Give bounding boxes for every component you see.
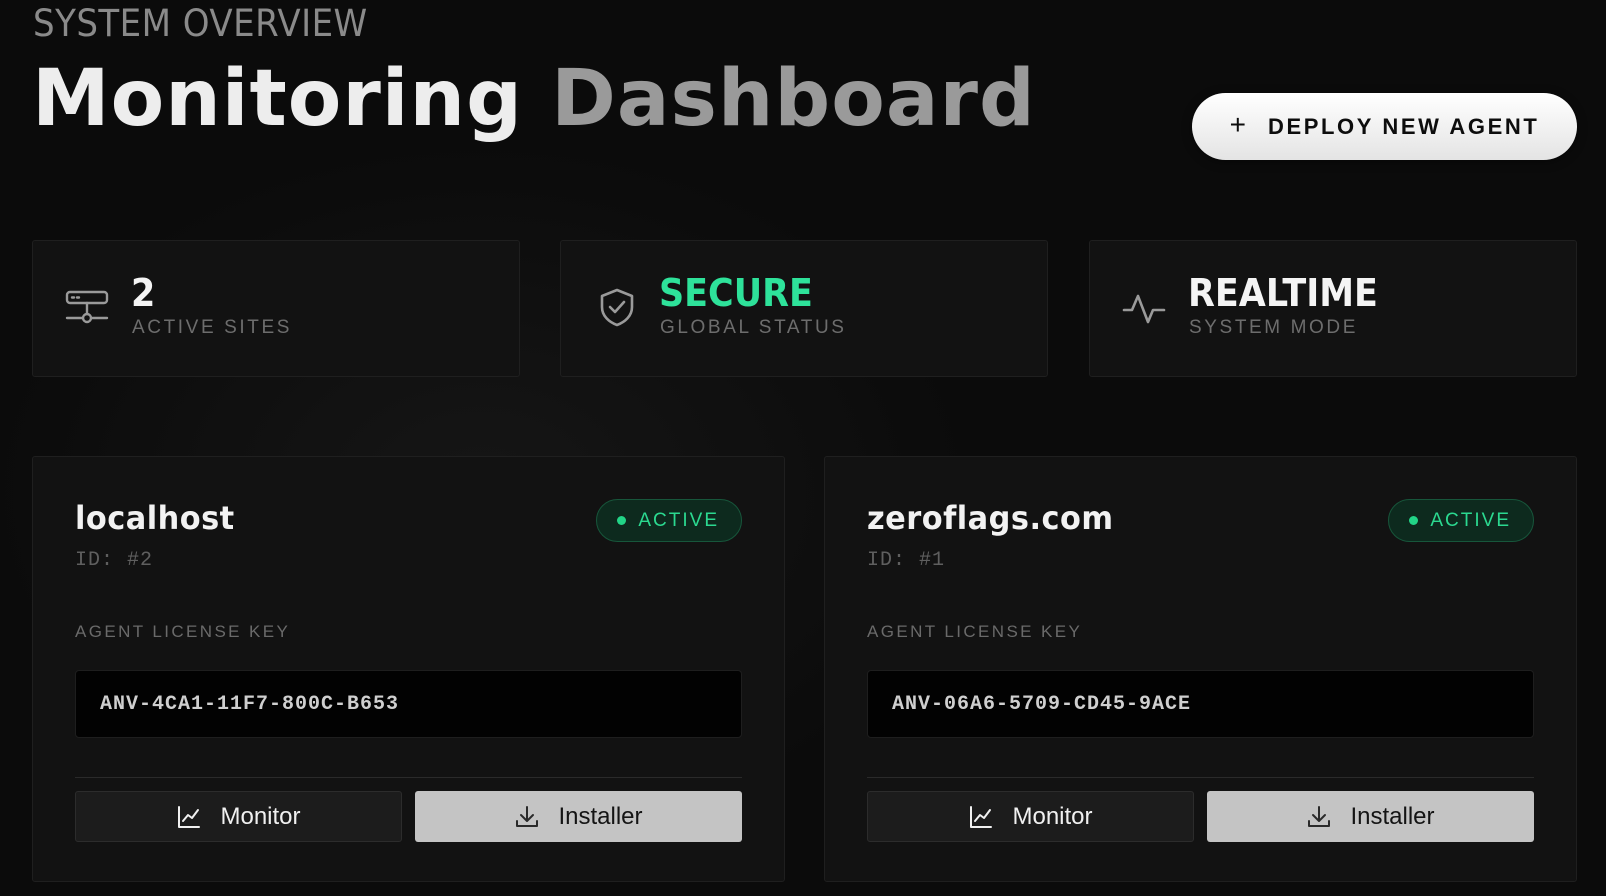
license-key-field[interactable]: ANV-4CA1-11F7-800C-B653 (75, 670, 742, 738)
status-dot-icon (1409, 516, 1419, 525)
stat-card-system-mode: REALTIME SYSTEM MODE (1089, 240, 1577, 377)
installer-button[interactable]: Installer (1207, 791, 1534, 842)
stat-value: 2 (131, 271, 156, 315)
installer-button-label: Installer (558, 802, 643, 830)
license-key-field[interactable]: ANV-06A6-5709-CD45-9ACE (867, 670, 1534, 738)
deploy-new-agent-button[interactable]: + DEPLOY NEW AGENT (1192, 93, 1577, 160)
shield-check-icon (600, 288, 634, 327)
stat-label: ACTIVE SITES (132, 317, 293, 338)
page-title-word-1: Monitoring (32, 54, 523, 144)
stat-label: GLOBAL STATUS (660, 317, 847, 338)
status-badge: ACTIVE (1388, 499, 1534, 542)
download-icon (516, 805, 539, 827)
site-name: zeroflags.com (867, 499, 1114, 537)
stat-label: SYSTEM MODE (1189, 317, 1359, 338)
site-id: ID: #1 (867, 549, 946, 572)
page-title-word-2: Dashboard (551, 54, 1036, 144)
line-chart-icon (970, 805, 993, 828)
monitor-button-label: Monitor (1012, 802, 1093, 830)
stat-card-global-status: SECURE GLOBAL STATUS (560, 240, 1048, 377)
divider (75, 777, 742, 778)
stat-card-active-sites: 2 ACTIVE SITES (32, 240, 520, 377)
line-chart-icon (178, 805, 201, 828)
stat-value: REALTIME (1188, 271, 1378, 315)
status-dot-icon (617, 516, 627, 525)
site-card: localhost ID: #2 ACTIVE AGENT LICENSE KE… (32, 456, 785, 882)
monitor-button[interactable]: Monitor (867, 791, 1194, 842)
license-key-label: AGENT LICENSE KEY (75, 622, 291, 641)
server-network-icon (65, 290, 109, 324)
monitor-button-label: Monitor (220, 802, 301, 830)
plus-icon: + (1229, 109, 1246, 140)
installer-button[interactable]: Installer (415, 791, 742, 842)
stat-value: SECURE (659, 271, 813, 315)
site-name: localhost (75, 499, 235, 537)
download-icon (1308, 805, 1331, 827)
divider (867, 777, 1534, 778)
license-key-label: AGENT LICENSE KEY (867, 622, 1083, 641)
status-text: ACTIVE (1430, 509, 1511, 531)
monitor-button[interactable]: Monitor (75, 791, 402, 842)
deploy-button-label: DEPLOY NEW AGENT (1267, 113, 1540, 139)
activity-pulse-icon (1122, 294, 1166, 324)
status-text: ACTIVE (638, 509, 719, 531)
site-card: zeroflags.com ID: #1 ACTIVE AGENT LICENS… (824, 456, 1577, 882)
installer-button-label: Installer (1350, 802, 1435, 830)
section-eyebrow: SYSTEM OVERVIEW (33, 2, 368, 45)
site-id: ID: #2 (75, 549, 154, 572)
page-title: Monitoring Dashboard (32, 54, 1036, 144)
status-badge: ACTIVE (596, 499, 742, 542)
